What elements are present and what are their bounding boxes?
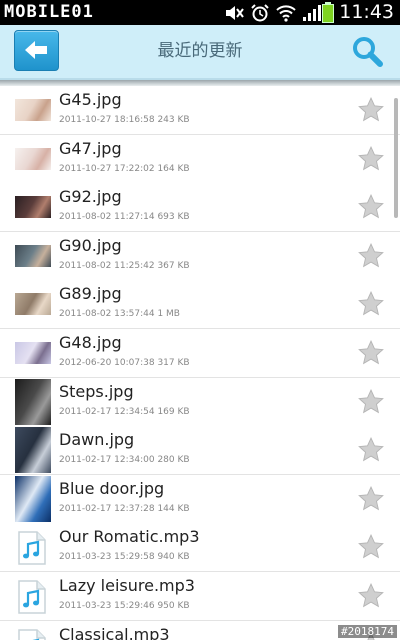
wifi-icon <box>276 4 296 22</box>
file-name: Lazy leisure.mp3 <box>59 576 195 595</box>
file-name: Dawn.jpg <box>59 430 135 449</box>
file-list-item[interactable]: Our Romatic.mp3 2011-03-23 15:29:58 940 K… <box>0 523 400 572</box>
favorite-star-icon[interactable] <box>357 485 385 513</box>
file-name: G89.jpg <box>59 284 122 303</box>
image-thumbnail <box>15 99 51 121</box>
image-thumbnail <box>15 245 51 267</box>
file-meta: 2011-03-23 15:29:46 950 KB <box>59 601 190 611</box>
file-name: Steps.jpg <box>59 382 134 401</box>
brand-logo: MOBILE01 <box>4 2 94 22</box>
watermark: #2018174 <box>338 625 397 638</box>
status-bar: MOBILE01 11:43 <box>0 0 400 25</box>
alarm-icon <box>250 3 270 22</box>
file-list-item[interactable]: Steps.jpg 2011-02-17 12:34:54 169 KB <box>0 378 400 427</box>
app-header: 最近的更新 <box>0 25 400 80</box>
file-list-item[interactable]: G47.jpg 2011-10-27 17:22:02 164 KB <box>0 135 400 184</box>
file-meta: 2011-03-23 15:29:58 940 KB <box>59 552 190 562</box>
file-name: G47.jpg <box>59 139 122 158</box>
file-list[interactable]: G45.jpg 2011-10-27 18:16:58 243 KB G47.jpg… <box>0 86 400 640</box>
file-meta: 2012-06-20 10:07:38 317 KB <box>59 358 190 368</box>
file-meta: 2011-08-02 13:57:44 1 MB <box>59 309 180 319</box>
page-title: 最近的更新 <box>157 41 243 61</box>
file-name: Blue door.jpg <box>59 479 165 498</box>
favorite-star-icon[interactable] <box>357 145 385 173</box>
favorite-star-icon[interactable] <box>357 193 385 221</box>
favorite-star-icon[interactable] <box>357 96 385 124</box>
file-list-item[interactable]: Dawn.jpg 2011-02-17 12:34:00 280 KB <box>0 426 400 475</box>
file-meta: 2011-10-27 17:22:02 164 KB <box>59 164 190 174</box>
favorite-star-icon[interactable] <box>357 436 385 464</box>
battery-icon <box>322 2 334 23</box>
file-meta: 2011-08-02 11:25:42 367 KB <box>59 261 190 271</box>
file-name: G92.jpg <box>59 187 122 206</box>
image-thumbnail <box>15 293 51 315</box>
file-meta: 2011-02-17 12:34:54 169 KB <box>59 407 190 417</box>
favorite-star-icon[interactable] <box>357 290 385 318</box>
favorite-star-icon[interactable] <box>357 339 385 367</box>
arrow-left-icon <box>25 41 47 59</box>
audio-file-icon <box>18 580 46 614</box>
file-meta: 2011-02-17 12:34:00 280 KB <box>59 455 190 465</box>
file-list-item[interactable]: G89.jpg 2011-08-02 13:57:44 1 MB <box>0 280 400 329</box>
file-list-item[interactable]: G48.jpg 2012-06-20 10:07:38 317 KB <box>0 329 400 378</box>
status-icons <box>224 3 322 22</box>
file-name: Our Romatic.mp3 <box>59 527 200 546</box>
file-list-item[interactable]: G92.jpg 2011-08-02 11:27:14 693 KB <box>0 183 400 232</box>
signal-icon <box>302 4 322 22</box>
file-list-item[interactable]: G90.jpg 2011-08-02 11:25:42 367 KB <box>0 232 400 281</box>
file-name: G90.jpg <box>59 236 122 255</box>
search-icon <box>353 37 383 67</box>
file-list-item[interactable]: Blue door.jpg 2011-02-17 12:37:28 144 KB <box>0 475 400 524</box>
favorite-star-icon[interactable] <box>357 388 385 416</box>
file-name: G45.jpg <box>59 90 122 109</box>
scrollbar[interactable] <box>394 98 398 218</box>
audio-file-icon <box>18 531 46 565</box>
mute-icon <box>224 4 244 22</box>
file-meta: 2011-02-17 12:37:28 144 KB <box>59 504 190 514</box>
back-button[interactable] <box>14 30 59 71</box>
image-thumbnail <box>15 196 51 218</box>
file-list-item[interactable]: G45.jpg 2011-10-27 18:16:58 243 KB <box>0 86 400 135</box>
image-thumbnail <box>15 427 51 473</box>
image-thumbnail <box>15 476 51 522</box>
image-thumbnail <box>15 379 51 425</box>
file-name: G48.jpg <box>59 333 122 352</box>
favorite-star-icon[interactable] <box>357 533 385 561</box>
file-list-item[interactable]: Lazy leisure.mp3 2011-03-23 15:29:46 950 … <box>0 572 400 621</box>
search-button[interactable] <box>350 34 384 68</box>
favorite-star-icon[interactable] <box>357 242 385 270</box>
image-thumbnail <box>15 342 51 364</box>
image-thumbnail <box>15 148 51 170</box>
clock: 11:43 <box>339 1 394 23</box>
file-meta: 2011-08-02 11:27:14 693 KB <box>59 212 190 222</box>
audio-file-icon <box>18 629 46 640</box>
file-meta: 2011-10-27 18:16:58 243 KB <box>59 115 190 125</box>
favorite-star-icon[interactable] <box>357 582 385 610</box>
file-name: Classical.mp3 <box>59 625 170 640</box>
